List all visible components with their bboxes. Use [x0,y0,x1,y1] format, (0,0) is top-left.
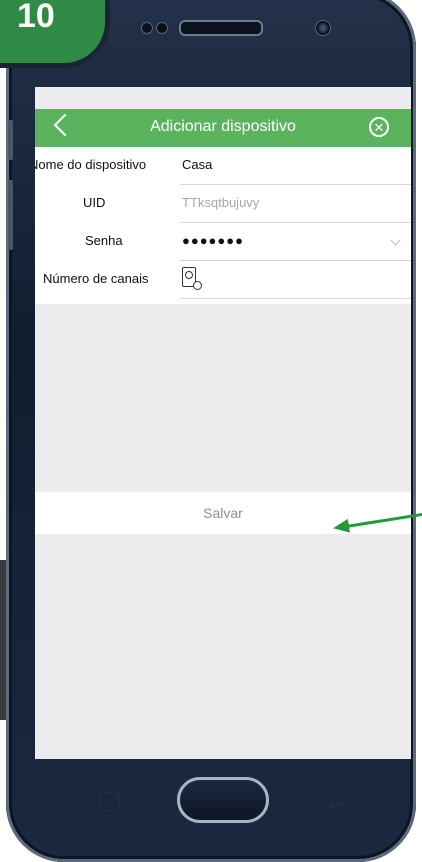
uid-row: UID TTksqtbujuvy [35,185,411,223]
uid-label: UID [83,195,106,210]
uid-input[interactable]: TTksqtbujuvy [182,195,259,210]
back-key-icon[interactable]: ↩ [329,795,344,816]
recent-apps-icon[interactable] [98,792,120,812]
side-key [8,180,13,250]
page-title: Adicionar dispositivo [150,118,296,135]
channels-row: Número de canais [35,261,411,299]
divider [180,298,411,299]
sensor-icon [141,22,153,34]
channels-label: Número de canais [43,271,149,286]
side-key [8,120,13,160]
save-label: Salvar [203,505,243,521]
app-screen: Adicionar dispositivo ✕ Nome do disposit… [35,87,411,759]
chevron-down-icon[interactable] [390,235,401,246]
speaker-grille [179,20,263,36]
password-input[interactable]: ●●●●●●● [182,233,244,248]
device-name-input[interactable]: Casa [182,157,212,172]
front-camera-icon [315,20,331,36]
password-label: Senha [85,233,123,248]
close-circle-icon[interactable]: ✕ [369,117,389,137]
device-form: Nome do dispositivo Casa UID TTksqtbujuv… [35,147,411,304]
device-name-label: Nome do dispositivo [35,157,147,172]
empty-area [35,534,411,759]
channel-badge-icon [193,281,202,290]
phone-frame: Adicionar dispositivo ✕ Nome do disposit… [6,0,416,862]
password-row: Senha ●●●●●●● [35,223,411,261]
arrow-left-icon [332,518,350,536]
device-name-row: Nome do dispositivo Casa [35,147,411,185]
home-button[interactable] [177,777,269,823]
step-number: 10 [17,0,55,35]
save-button[interactable]: Salvar [35,492,411,534]
header-bar: Adicionar dispositivo ✕ [35,109,411,147]
sensor-icon [156,22,168,34]
